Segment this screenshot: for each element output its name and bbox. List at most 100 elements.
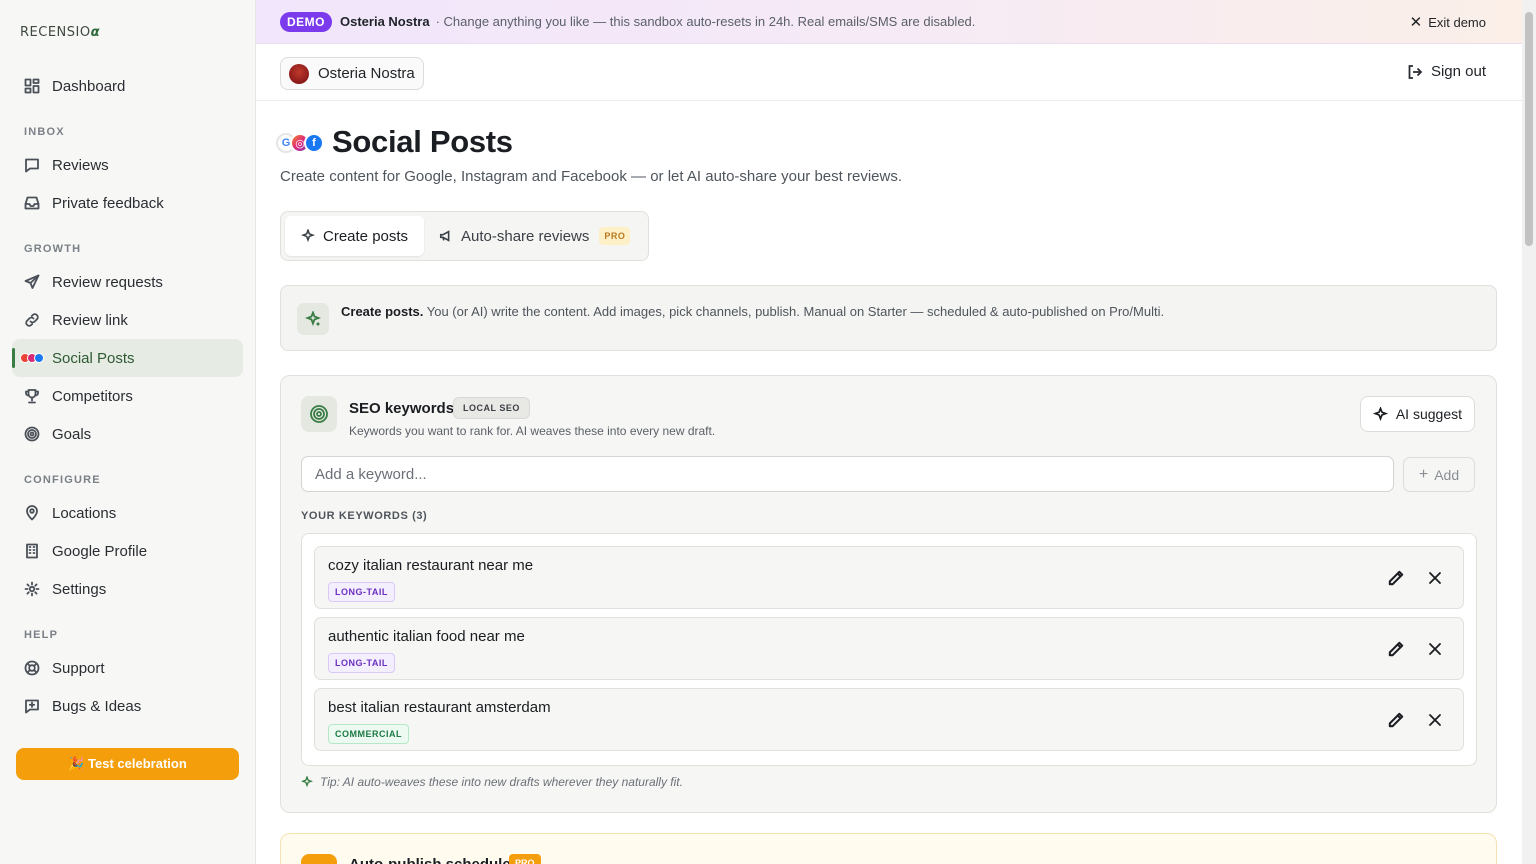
message-plus-icon: [24, 698, 40, 714]
sidebar-item-label: Locations: [52, 504, 117, 522]
close-icon: ✕: [1409, 14, 1423, 31]
sidebar-item-locations[interactable]: Locations: [12, 494, 243, 532]
post-mode-tabs: Create posts Auto-share reviews PRO: [280, 211, 649, 261]
location-selector[interactable]: Osteria Nostra: [280, 57, 424, 90]
sidebar-item-label: Google Profile: [52, 542, 148, 560]
seo-keywords-title: SEO keywords: [349, 400, 455, 417]
create-posts-info: Create posts. You (or AI) write the cont…: [280, 285, 1497, 351]
location-name: Osteria Nostra: [318, 65, 415, 82]
sidebar-item-social-posts[interactable]: Social Posts: [12, 339, 243, 377]
info-text: Create posts. You (or AI) write the cont…: [341, 304, 1165, 319]
sparkles-icon: [1372, 406, 1388, 421]
edit-keyword-button[interactable]: [1387, 711, 1405, 729]
banner-message: · Change anything you like — this sandbo…: [435, 14, 976, 29]
sparkles-icon: [301, 776, 313, 788]
sidebar-item-google-profile[interactable]: Google Profile: [12, 532, 243, 570]
edit-keyword-button[interactable]: [1387, 569, 1405, 587]
sign-out-icon: [1408, 64, 1423, 79]
logo[interactable]: RECENSIOα: [20, 25, 100, 40]
section-label-configure: CONFIGURE: [24, 474, 101, 486]
remove-keyword-button[interactable]: [1427, 641, 1443, 657]
keywords-list: cozy italian restaurant near me LONG-TAI…: [301, 533, 1477, 766]
ai-suggest-label: AI suggest: [1395, 406, 1462, 422]
scrollbar-thumb[interactable]: [1525, 12, 1533, 246]
sidebar-item-bugs-ideas[interactable]: Bugs & Ideas: [12, 687, 243, 725]
page-scrollbar[interactable]: [1522, 0, 1536, 864]
link-icon: [24, 312, 40, 328]
tab-label: Create posts: [323, 227, 409, 245]
sparkles-icon: [301, 229, 315, 243]
tip-text: Tip: AI auto-weaves these into new draft…: [320, 775, 683, 789]
close-icon: [1429, 572, 1441, 584]
close-icon: [1429, 714, 1441, 726]
sidebar-item-review-requests[interactable]: Review requests: [12, 263, 243, 301]
auto-publish-schedule-card: Auto-publish schedule PRO: [280, 833, 1497, 864]
keyword-tag: LONG-TAIL: [328, 582, 395, 602]
keyword-tag: COMMERCIAL: [328, 724, 409, 744]
facebook-icon: f: [304, 133, 324, 153]
keyword-text: cozy italian restaurant near me: [328, 557, 534, 574]
location-avatar: [289, 63, 309, 84]
sidebar-item-support[interactable]: Support: [12, 649, 243, 687]
pencil-icon: [1388, 641, 1404, 657]
demo-badge: DEMO: [280, 11, 332, 32]
sidebar-item-dashboard[interactable]: Dashboard: [12, 67, 243, 105]
page-subtitle: Create content for Google, Instagram and…: [280, 168, 902, 185]
sidebar-item-label: Competitors: [52, 387, 133, 405]
close-icon: [1429, 643, 1441, 655]
lifebuoy-icon: [24, 660, 40, 676]
remove-keyword-button[interactable]: [1427, 712, 1443, 728]
keyword-text: best italian restaurant amsterdam: [328, 699, 551, 716]
target-icon: [24, 426, 40, 442]
local-seo-badge: LOCAL SEO: [453, 397, 530, 419]
calendar-icon: [301, 854, 337, 864]
section-label-inbox: INBOX: [24, 126, 65, 138]
sidebar-item-label: Settings: [52, 580, 107, 598]
sidebar-item-settings[interactable]: Settings: [12, 570, 243, 608]
sidebar: RECENSIOα Dashboard INBOX Reviews Privat…: [0, 0, 256, 864]
megaphone-icon: [439, 230, 450, 242]
sign-out-button[interactable]: Sign out: [1407, 63, 1486, 80]
seo-keywords-card: SEO keywords LOCAL SEO Keywords you want…: [280, 375, 1497, 813]
add-keyword-button[interactable]: + Add: [1403, 457, 1475, 492]
building-icon: [24, 543, 40, 559]
sidebar-item-label: Goals: [52, 425, 92, 443]
keyword-input[interactable]: [301, 456, 1394, 492]
keyword-row: cozy italian restaurant near me LONG-TAI…: [314, 546, 1464, 609]
sparkles-icon: [297, 303, 329, 335]
social-platform-icons: G ◎ f: [276, 133, 324, 153]
topbar: Osteria Nostra Sign out: [256, 45, 1522, 101]
gear-icon: [24, 581, 40, 597]
pencil-icon: [1388, 712, 1404, 728]
sidebar-item-label: Social Posts: [52, 349, 135, 367]
demo-banner: DEMO Osteria Nostra · Change anything yo…: [256, 0, 1522, 44]
schedule-title: Auto-publish schedule: [349, 856, 511, 864]
sign-out-label: Sign out: [1430, 63, 1486, 80]
sidebar-item-label: Dashboard: [52, 77, 126, 95]
remove-keyword-button[interactable]: [1427, 570, 1443, 586]
keyword-tag: LONG-TAIL: [328, 653, 395, 673]
section-label-growth: GROWTH: [24, 243, 82, 255]
tab-auto-share-reviews[interactable]: Auto-share reviews PRO: [423, 216, 646, 256]
edit-keyword-button[interactable]: [1387, 640, 1405, 658]
tab-create-posts[interactable]: Create posts: [285, 216, 425, 256]
pencil-icon: [1388, 570, 1404, 586]
sidebar-item-review-link[interactable]: Review link: [12, 301, 243, 339]
test-celebration-button[interactable]: 🎉 Test celebration: [16, 748, 239, 780]
inbox-icon: [24, 195, 40, 211]
map-pin-icon: [24, 505, 40, 521]
keywords-tip: Tip: AI auto-weaves these into new draft…: [301, 775, 683, 789]
social-icons: [20, 350, 44, 366]
sidebar-item-competitors[interactable]: Competitors: [12, 377, 243, 415]
sidebar-item-label: Support: [52, 659, 105, 677]
ai-suggest-button[interactable]: AI suggest: [1359, 396, 1475, 432]
message-icon: [24, 157, 40, 173]
exit-demo-button[interactable]: ✕ Exit demo: [1410, 13, 1486, 31]
sidebar-item-goals[interactable]: Goals: [12, 415, 243, 453]
keyword-row: best italian restaurant amsterdam COMMER…: [314, 688, 1464, 751]
sidebar-item-label: Bugs & Ideas: [52, 697, 142, 715]
sidebar-item-reviews[interactable]: Reviews: [12, 146, 243, 184]
keyword-row: authentic italian food near me LONG-TAIL: [314, 617, 1464, 680]
sidebar-item-private-feedback[interactable]: Private feedback: [12, 184, 243, 222]
sidebar-item-label: Reviews: [52, 156, 109, 174]
